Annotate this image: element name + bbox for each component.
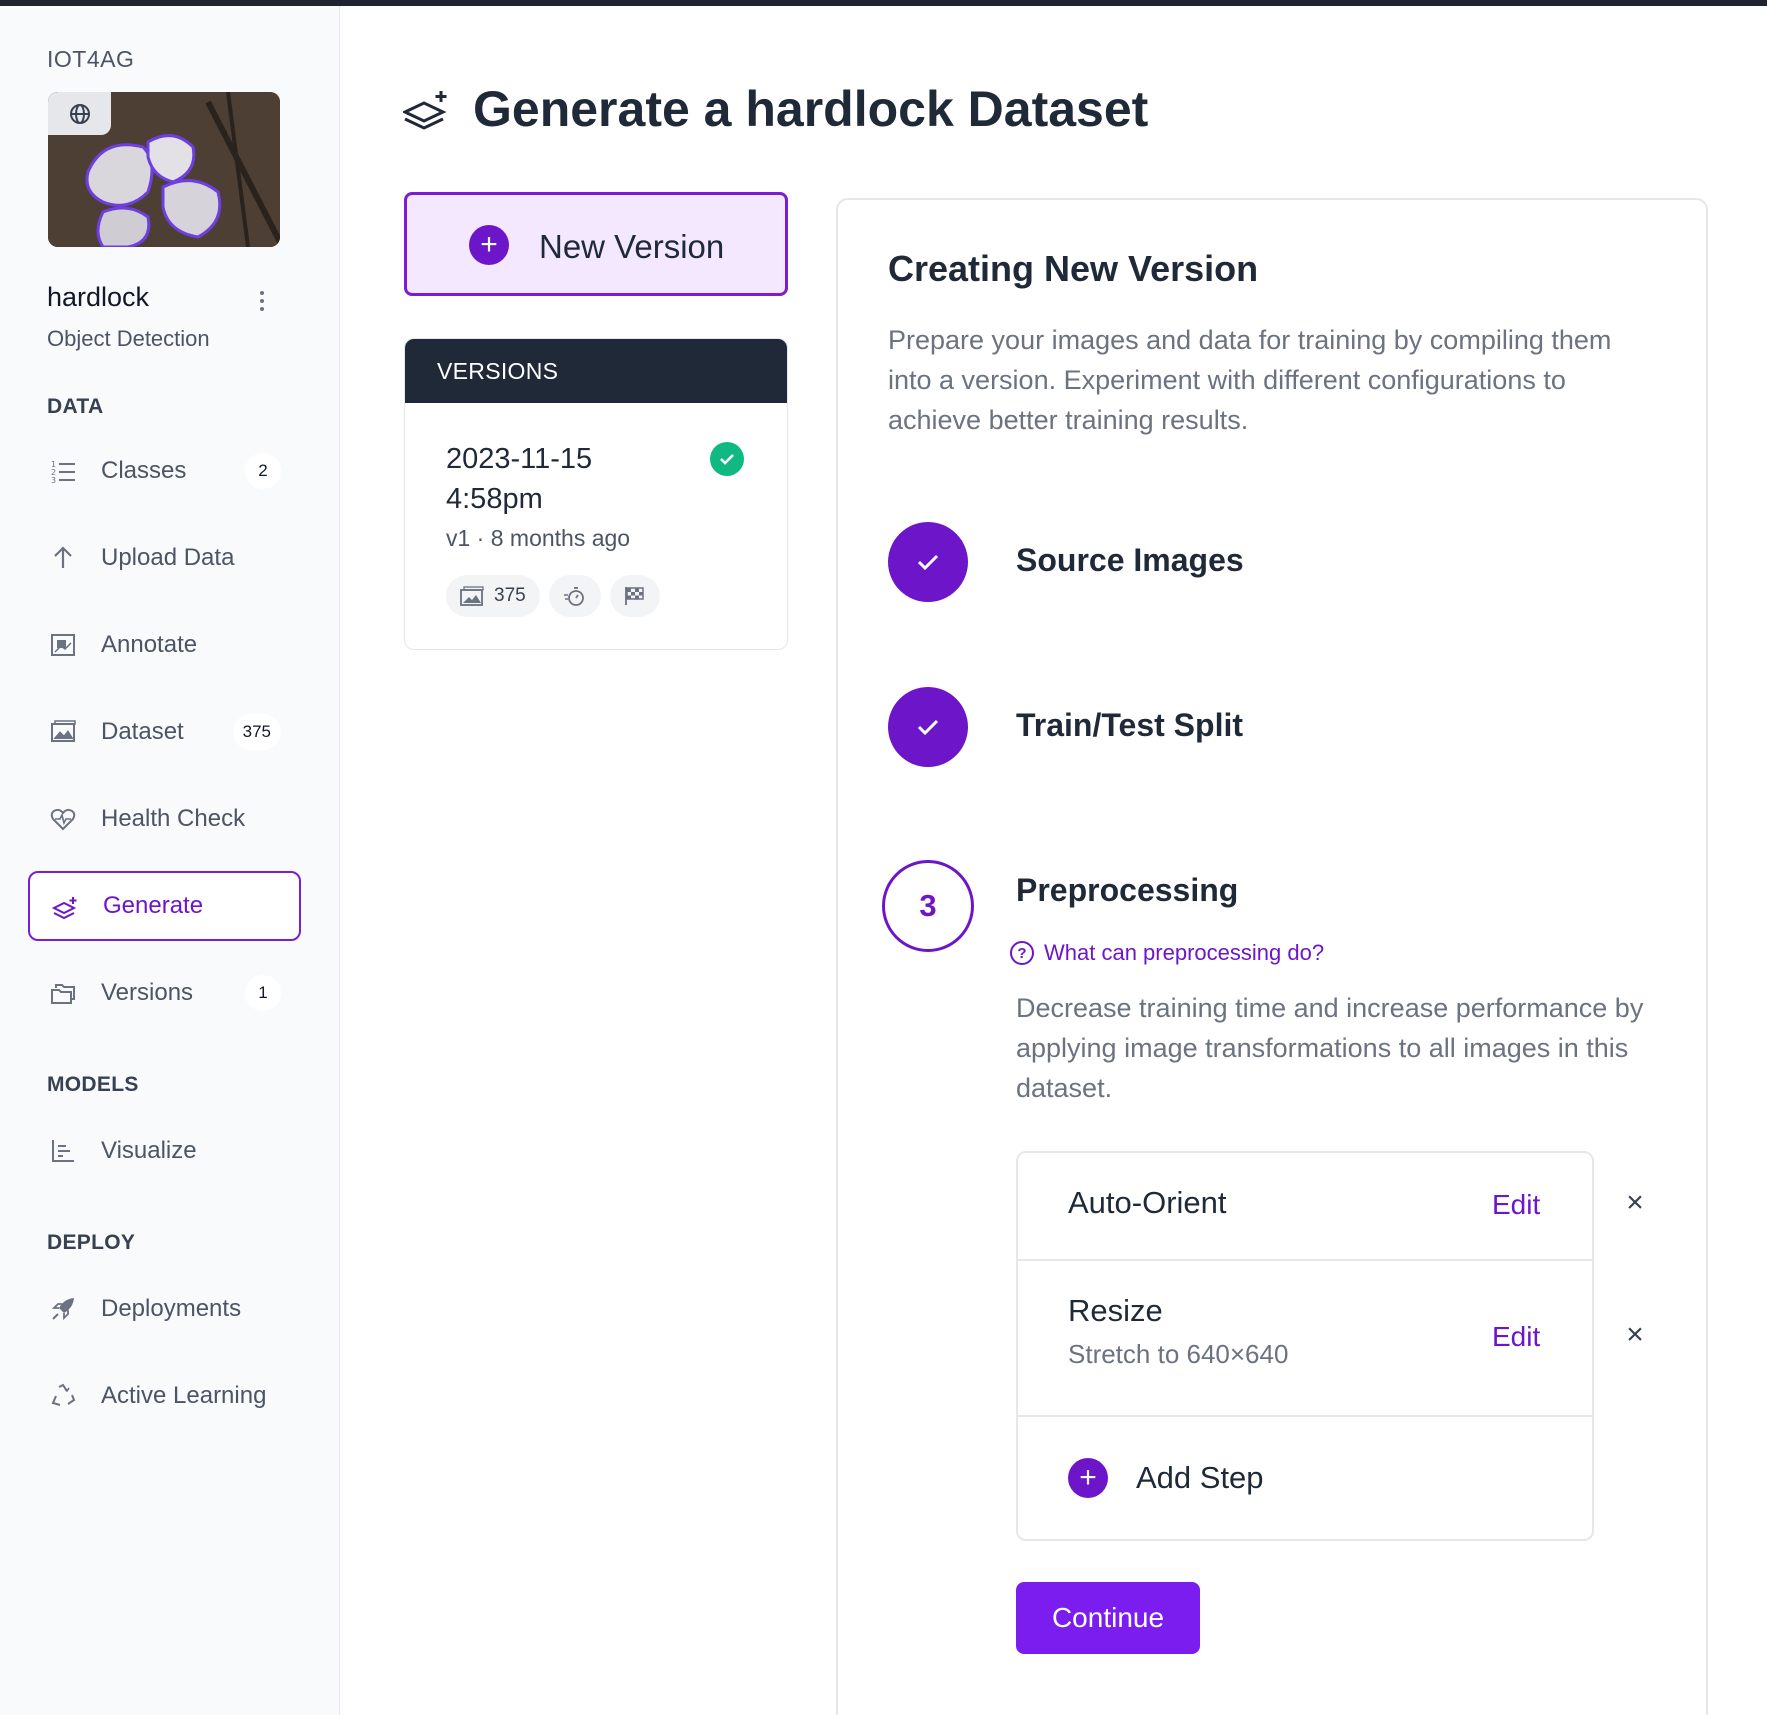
preprocessing-step-resize: Resize Stretch to 640×640 Edit [1018, 1261, 1592, 1417]
public-globe-badge [48, 92, 111, 135]
sidebar-item-annotate[interactable]: Annotate [28, 610, 301, 680]
annotate-icon [51, 634, 75, 656]
count-badge: 375 [232, 714, 281, 750]
sidebar-item-active-learning[interactable]: Active Learning [28, 1361, 301, 1431]
preprocessing-steps-list: Auto-Orient Edit Resize Stretch to 640×6… [1016, 1151, 1594, 1541]
preprocessing-description: Decrease training time and increase perf… [1016, 993, 1644, 1103]
page-title: Generate a hardlock Dataset [473, 81, 1149, 137]
new-version-button[interactable]: + New Version [404, 192, 788, 296]
project-more-menu-icon[interactable] [252, 286, 272, 316]
globe-icon [69, 103, 90, 124]
project-name: hardlock [47, 282, 150, 312]
workspace-name[interactable]: IOT4AG [47, 46, 134, 73]
remove-resize-close-icon[interactable]: × [1620, 1320, 1650, 1350]
add-step-label: Add Step [1136, 1460, 1264, 1495]
sidebar-item-dataset[interactable]: Dataset 375 [28, 697, 301, 767]
create-version-panel: Creating New Version Prepare your images… [836, 198, 1708, 1715]
step-complete-check-icon[interactable] [888, 687, 968, 767]
step-name: Auto-Orient [1068, 1185, 1227, 1220]
sidebar-item-upload-data[interactable]: Upload Data [28, 523, 301, 593]
step-complete-check-icon[interactable] [888, 522, 968, 602]
count-badge: 2 [245, 453, 281, 489]
count-badge: 1 [245, 975, 281, 1011]
add-step-button[interactable]: + Add Step [1068, 1458, 1264, 1498]
panel-description: Prepare your images and data for trainin… [888, 325, 1612, 435]
sidebar-item-label: Versions [101, 979, 194, 1006]
sidebar-item-health-check[interactable]: Health Check [28, 784, 301, 854]
help-link-label: What can preprocessing do? [1044, 940, 1325, 965]
section-label-models: MODELS [47, 1073, 139, 1096]
sidebar-item-label: Classes [101, 457, 187, 484]
bar-chart-icon [52, 1140, 74, 1162]
sidebar-item-versions[interactable]: Versions 1 [28, 958, 301, 1028]
question-circle-icon: ? [1010, 941, 1034, 965]
remove-auto-orient-close-icon[interactable]: × [1620, 1188, 1650, 1218]
augmentation-chip [548, 575, 601, 617]
folders-icon [51, 984, 75, 1004]
step-detail: Stretch to 640×640 [1068, 1339, 1289, 1369]
version-date: 2023-11-15 4:58pm [446, 443, 593, 515]
section-label-data: DATA [47, 395, 104, 418]
sidebar-item-label: Upload Data [101, 544, 235, 571]
project-thumbnail[interactable] [48, 92, 280, 247]
flag-chip [609, 575, 660, 617]
rocket-icon [51, 1298, 74, 1321]
plus-circle-icon: + [469, 225, 509, 265]
list-numbered-icon: 1 2 3 [51, 460, 75, 484]
checkered-flag-icon [624, 587, 644, 605]
layers-plus-icon [403, 91, 447, 130]
continue-button[interactable]: Continue [1016, 1582, 1200, 1654]
sidebar-item-label: Visualize [101, 1137, 197, 1164]
sidebar-item-generate[interactable]: Generate [28, 871, 301, 941]
new-version-label: New Version [539, 228, 725, 265]
sidebar-item-label: Health Check [101, 805, 246, 832]
project-type: Object Detection [47, 326, 210, 351]
preprocessing-step-auto-orient: Auto-Orient Edit [1018, 1153, 1592, 1261]
version-meta: v1 · 8 months ago [446, 525, 631, 551]
sidebar-item-label: Annotate [101, 631, 198, 658]
stopwatch-icon [563, 587, 584, 606]
sidebar-item-classes[interactable]: 1 2 3 Classes 2 [28, 436, 301, 506]
versions-card: VERSIONS 2023-11-15 4:58pm v1 · 8 months… [404, 338, 788, 650]
image-count-chip: 375 [446, 575, 540, 617]
sidebar-item-label: Dataset [101, 718, 184, 745]
images-icon [51, 720, 76, 742]
layers-plus-icon [52, 897, 77, 920]
edit-auto-orient-button[interactable]: Edit [1492, 1189, 1540, 1221]
versions-header: VERSIONS [405, 339, 787, 403]
step-number-current: 3 [882, 860, 974, 952]
panel-title: Creating New Version [888, 248, 1259, 289]
step-label-train-test-split[interactable]: Train/Test Split [1016, 707, 1243, 744]
preprocessing-help-link[interactable]: ? What can preprocessing do? [1010, 940, 1324, 966]
svg-text:3: 3 [51, 476, 56, 484]
sidebar-item-label: Active Learning [101, 1382, 267, 1409]
edit-resize-button[interactable]: Edit [1492, 1321, 1540, 1353]
step-name: Resize [1068, 1293, 1163, 1328]
sidebar-item-label: Generate [103, 892, 204, 919]
heart-pulse-icon [50, 808, 76, 831]
sidebar: IOT4AG hardlock Object Detection DATA 1 … [0, 6, 340, 1715]
step-label-preprocessing: Preprocessing [1016, 872, 1239, 908]
plus-circle-icon: + [1068, 1458, 1108, 1498]
step-label-source-images[interactable]: Source Images [1016, 542, 1244, 579]
arrow-up-icon [54, 546, 72, 568]
sidebar-item-deployments[interactable]: Deployments [28, 1274, 301, 1344]
check-circle-icon [710, 442, 744, 476]
sidebar-item-label: Deployments [101, 1295, 242, 1322]
sidebar-item-visualize[interactable]: Visualize [28, 1116, 301, 1186]
section-label-deploy: DEPLOY [47, 1231, 136, 1254]
version-chips: 375 [446, 575, 660, 617]
images-icon [460, 586, 484, 606]
image-count: 375 [494, 585, 526, 606]
recycle-icon [51, 1383, 76, 1406]
